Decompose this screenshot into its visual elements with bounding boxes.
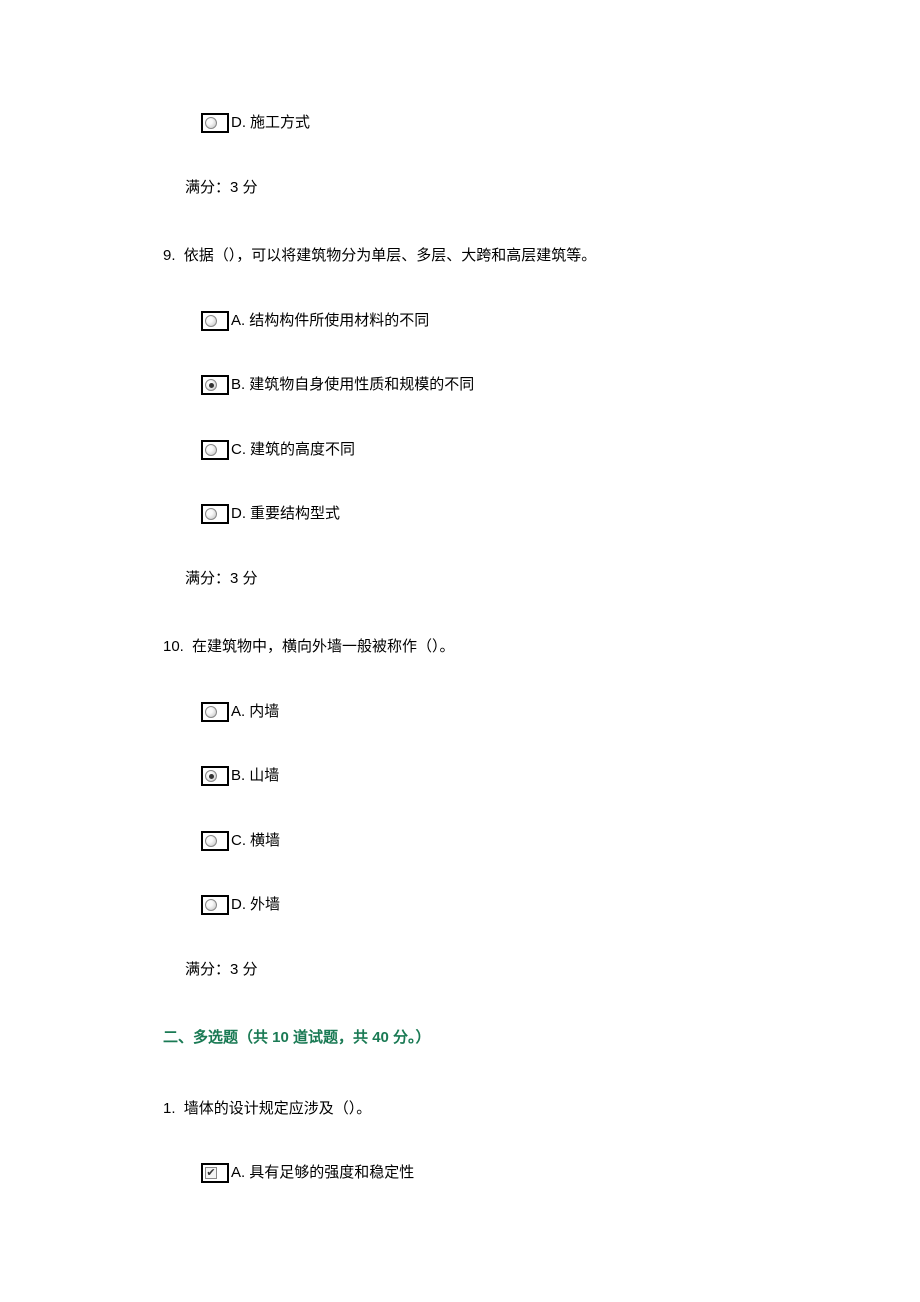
radio-box[interactable]	[201, 440, 229, 460]
radio-icon-selected	[205, 379, 217, 391]
q9-option-d: D. 重要结构型式	[201, 503, 920, 526]
option-text: 具有足够的强度和稳定性	[249, 1162, 414, 1185]
option-text: 建筑的高度不同	[250, 439, 355, 462]
q10-option-b: B. 山墙	[201, 765, 920, 788]
radio-icon	[205, 706, 217, 718]
q9-option-a: A. 结构构件所使用材料的不同	[201, 310, 920, 333]
option-text: 结构构件所使用材料的不同	[249, 310, 429, 333]
option-text: 横墙	[250, 830, 280, 853]
option-letter: D.	[231, 503, 246, 526]
q9-option-c: C. 建筑的高度不同	[201, 439, 920, 462]
q10-option-d: D. 外墙	[201, 894, 920, 917]
q10-number: 10.	[163, 638, 184, 655]
q8-option-d: D. 施工方式	[201, 112, 920, 135]
option-text: 山墙	[249, 765, 279, 788]
option-text: 重要结构型式	[250, 503, 340, 526]
option-letter: A.	[231, 310, 245, 333]
option-letter: D.	[231, 894, 246, 917]
q8-score: 满分：3 分	[185, 177, 920, 200]
option-letter: A.	[231, 701, 245, 724]
option-letter: B.	[231, 374, 245, 397]
checkbox-checked-icon: ✔	[205, 1167, 217, 1179]
radio-icon	[205, 444, 217, 456]
radio-box[interactable]	[201, 113, 229, 133]
option-letter: D.	[231, 112, 246, 135]
radio-box[interactable]	[201, 702, 229, 722]
option-letter: C.	[231, 439, 246, 462]
q10-text: 在建筑物中，横向外墙一般被称作（）。	[192, 638, 455, 655]
radio-icon	[205, 899, 217, 911]
q10-option-a: A. 内墙	[201, 701, 920, 724]
section2-header: 二、多选题（共 10 道试题，共 40 分。）	[163, 1027, 920, 1050]
mq1-text: 墙体的设计规定应涉及（）。	[184, 1100, 372, 1117]
mq1-option-a: ✔ A. 具有足够的强度和稳定性	[201, 1162, 920, 1185]
q9-number: 9.	[163, 247, 176, 264]
radio-box[interactable]	[201, 311, 229, 331]
radio-icon-selected	[205, 770, 217, 782]
radio-icon	[205, 508, 217, 520]
option-text: 建筑物自身使用性质和规模的不同	[249, 374, 474, 397]
q9-text: 依据（），可以将建筑物分为单层、多层、大跨和高层建筑等。	[184, 247, 597, 264]
radio-box[interactable]	[201, 766, 229, 786]
option-text: 外墙	[250, 894, 280, 917]
q10-option-c: C. 横墙	[201, 830, 920, 853]
option-text: 内墙	[249, 701, 279, 724]
mq1-number: 1.	[163, 1100, 176, 1117]
q9-option-b: B. 建筑物自身使用性质和规模的不同	[201, 374, 920, 397]
radio-box[interactable]	[201, 504, 229, 524]
q10-question: 10. 在建筑物中，横向外墙一般被称作（）。	[163, 636, 920, 659]
q9-score: 满分：3 分	[185, 568, 920, 591]
option-letter: B.	[231, 765, 245, 788]
radio-box[interactable]	[201, 831, 229, 851]
radio-icon	[205, 315, 217, 327]
radio-box[interactable]	[201, 895, 229, 915]
checkbox-box[interactable]: ✔	[201, 1163, 229, 1183]
radio-box[interactable]	[201, 375, 229, 395]
option-letter: C.	[231, 830, 246, 853]
radio-icon	[205, 117, 217, 129]
option-text: 施工方式	[250, 112, 310, 135]
mq1-question: 1. 墙体的设计规定应涉及（）。	[163, 1098, 920, 1121]
q9-question: 9. 依据（），可以将建筑物分为单层、多层、大跨和高层建筑等。	[163, 245, 920, 268]
radio-icon	[205, 835, 217, 847]
option-letter: A.	[231, 1162, 245, 1185]
q10-score: 满分：3 分	[185, 959, 920, 982]
